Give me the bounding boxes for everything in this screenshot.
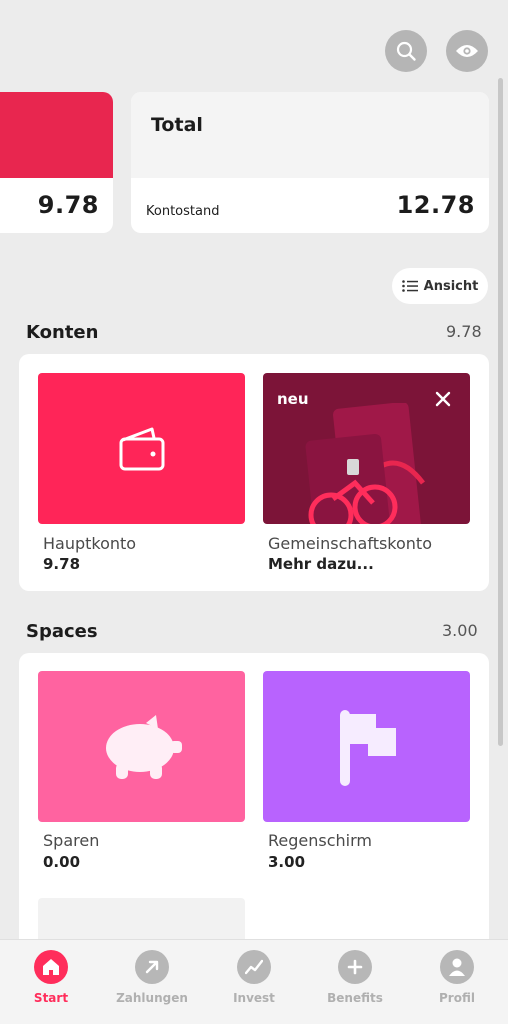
person-icon [440,950,474,984]
konten-card: Hauptkonto 9.78 neu Gemeinschaftskonto M… [19,354,489,591]
regenschirm-tile[interactable] [263,671,470,822]
plus-icon [338,950,372,984]
account-summary-card[interactable]: 9.78 [0,92,113,233]
gemeinschaftskonto-label: Gemeinschaftskonto [268,534,432,553]
kontostand-label: Kontostand [146,204,220,219]
mehr-dazu-link[interactable]: Mehr dazu... [268,555,374,573]
nav-start[interactable]: Start [6,950,96,1005]
nav-profil[interactable]: Profil [412,950,502,1005]
konten-amount: 9.78 [446,322,482,341]
piggy-bank-icon [105,714,182,779]
view-button-label: Ansicht [423,278,479,294]
sparen-value: 0.00 [43,853,81,871]
cards-illustration-icon [305,403,425,524]
nav-benefits-label: Benefits [327,991,383,1005]
account-summary-card-header [0,92,113,178]
nav-invest[interactable]: Invest [209,950,299,1005]
toggle-visibility-button[interactable] [446,30,488,72]
hauptkonto-value: 9.78 [43,555,81,573]
account-summary-amount: 9.78 [37,191,99,219]
close-icon[interactable] [435,391,451,407]
chart-icon [237,950,271,984]
gemeinschaftskonto-promo-tile[interactable]: neu [263,373,470,524]
search-button[interactable] [385,30,427,72]
search-icon [396,41,416,61]
bottom-navigation: Start Zahlungen Invest Benefits Profil [0,939,508,1024]
nav-start-label: Start [33,991,69,1005]
view-button[interactable]: Ansicht [392,268,488,304]
hauptkonto-label: Hauptkonto [43,534,137,553]
scrollbar[interactable] [498,78,503,746]
nav-profil-label: Profil [439,991,475,1005]
list-icon [401,280,418,292]
spaces-card: Sparen 0.00 Regenschirm 3.00 [19,653,489,953]
nav-zahlungen[interactable]: Zahlungen [107,950,197,1005]
nav-benefits[interactable]: Benefits [310,950,400,1005]
nav-invest-label: Invest [233,991,275,1005]
wallet-icon [119,427,164,470]
regenschirm-value: 3.00 [268,853,306,871]
home-icon [34,950,68,984]
total-title: Total [151,114,203,136]
sparen-label: Sparen [43,831,100,850]
spaces-amount: 3.00 [442,621,478,640]
hauptkonto-tile[interactable] [38,373,245,524]
arrow-up-right-icon [135,950,169,984]
total-amount: 12.78 [396,191,475,219]
flag-icon [339,709,396,786]
nav-zahlungen-label: Zahlungen [116,991,188,1005]
eye-icon [456,45,478,57]
total-summary-card[interactable]: Total Kontostand 12.78 [131,92,489,233]
spaces-title: Spaces [26,621,98,642]
konten-title: Konten [26,322,99,343]
regenschirm-label: Regenschirm [268,831,372,850]
sparen-tile[interactable] [38,671,245,822]
